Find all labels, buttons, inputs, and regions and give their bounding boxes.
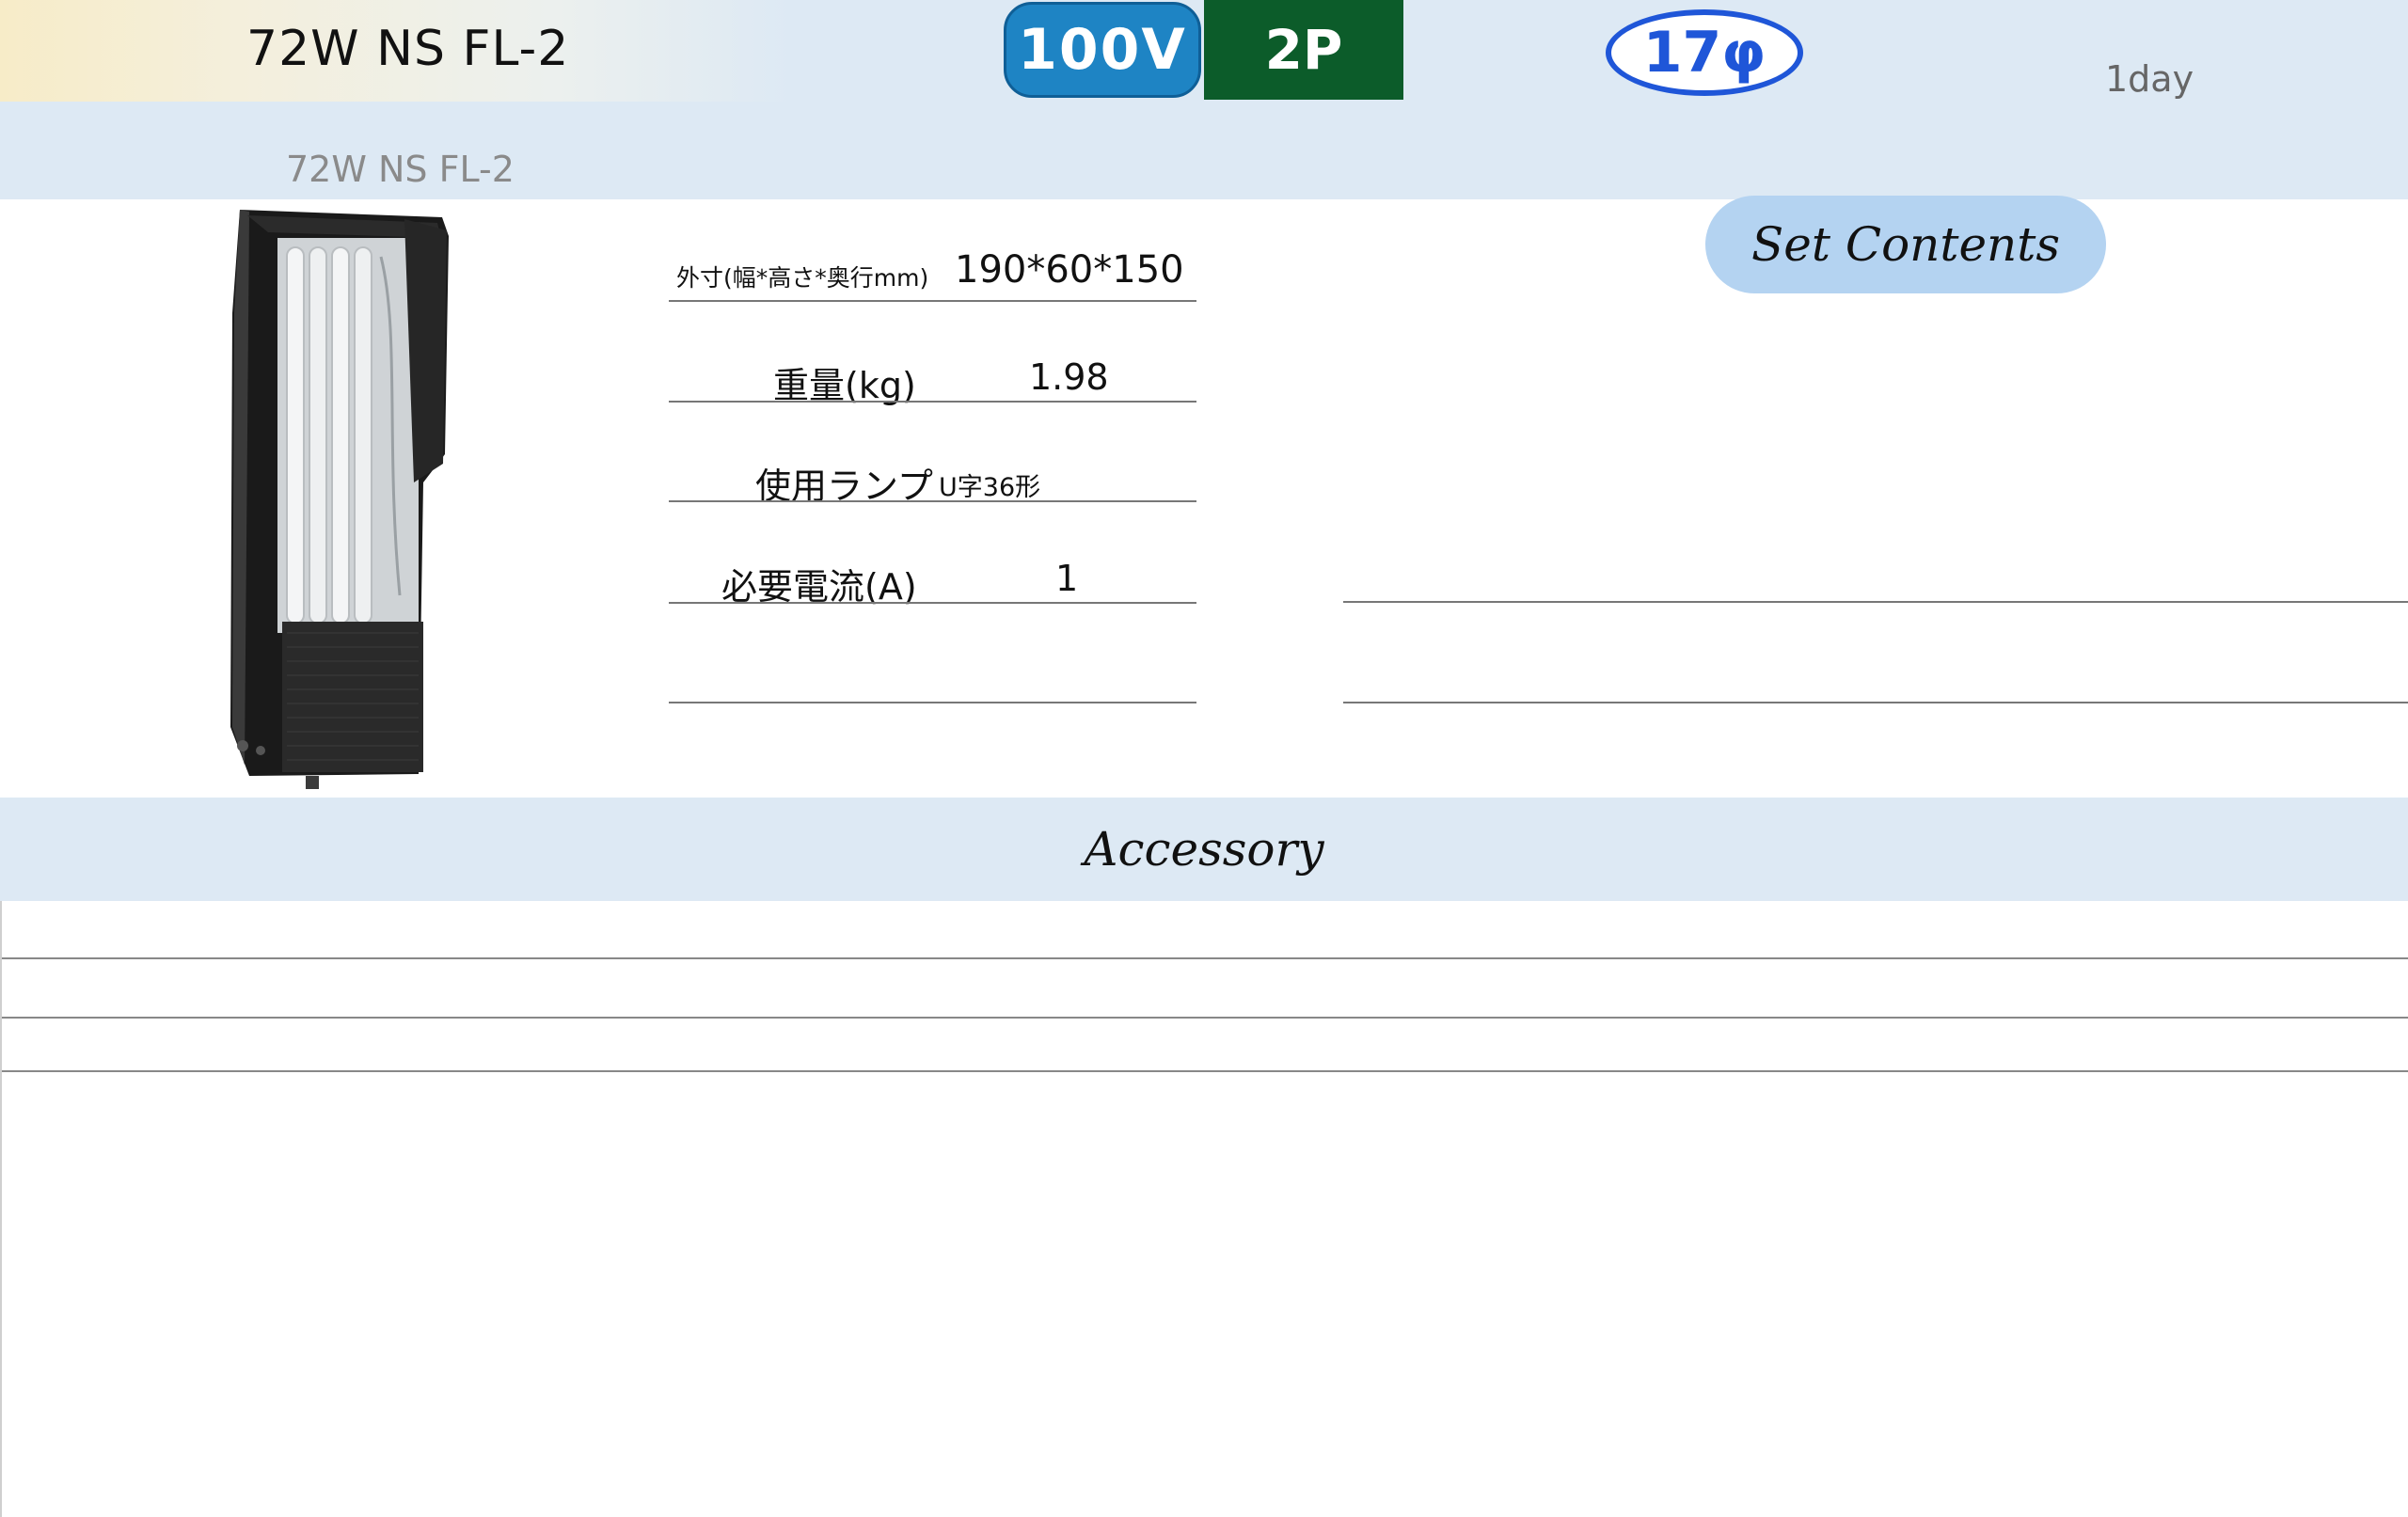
rental-period: 1day [2105,58,2194,100]
spec-current-value: 1 [1055,558,1079,599]
accessory-row-divider [0,1070,2408,1072]
spec-row-divider [669,500,1196,502]
diameter-badge-label: 17φ [1642,20,1766,86]
spec-lamp-value: U字36形 [939,473,1041,502]
set-contents-row-divider [1343,702,2408,703]
accessory-row-divider [0,1017,2408,1019]
model-title: 72W NS FL-2 [246,21,570,77]
voltage-badge-label: 100V [1018,17,1187,83]
spec-dimensions-value: 190*60*150 [955,248,1184,292]
set-contents-label: Set Contents [1751,217,2061,272]
model-subtitle: 72W NS FL-2 [286,149,515,190]
plug-type-label: 2P [1264,18,1343,82]
accessory-heading: Accessory [0,798,2408,901]
plug-type-badge: 2P [1204,0,1403,100]
fluorescent-fixture-image [230,210,449,789]
voltage-badge: 100V [1004,2,1201,98]
spec-dimensions-label: 外寸(幅*高さ*奥行mm) [676,264,929,292]
spec-row-divider [669,300,1196,302]
spec-row-divider [669,401,1196,403]
diameter-badge: 17φ [1606,9,1803,96]
accessory-row-divider [0,957,2408,959]
spec-row-divider [669,602,1196,604]
accessory-label: Accessory [1084,822,1324,877]
set-contents-row-divider [1343,601,2408,603]
page-edge [0,901,2,1517]
spec-row-divider [669,702,1196,703]
set-contents-heading: Set Contents [1705,196,2106,293]
spec-weight-value: 1.98 [1029,356,1109,398]
